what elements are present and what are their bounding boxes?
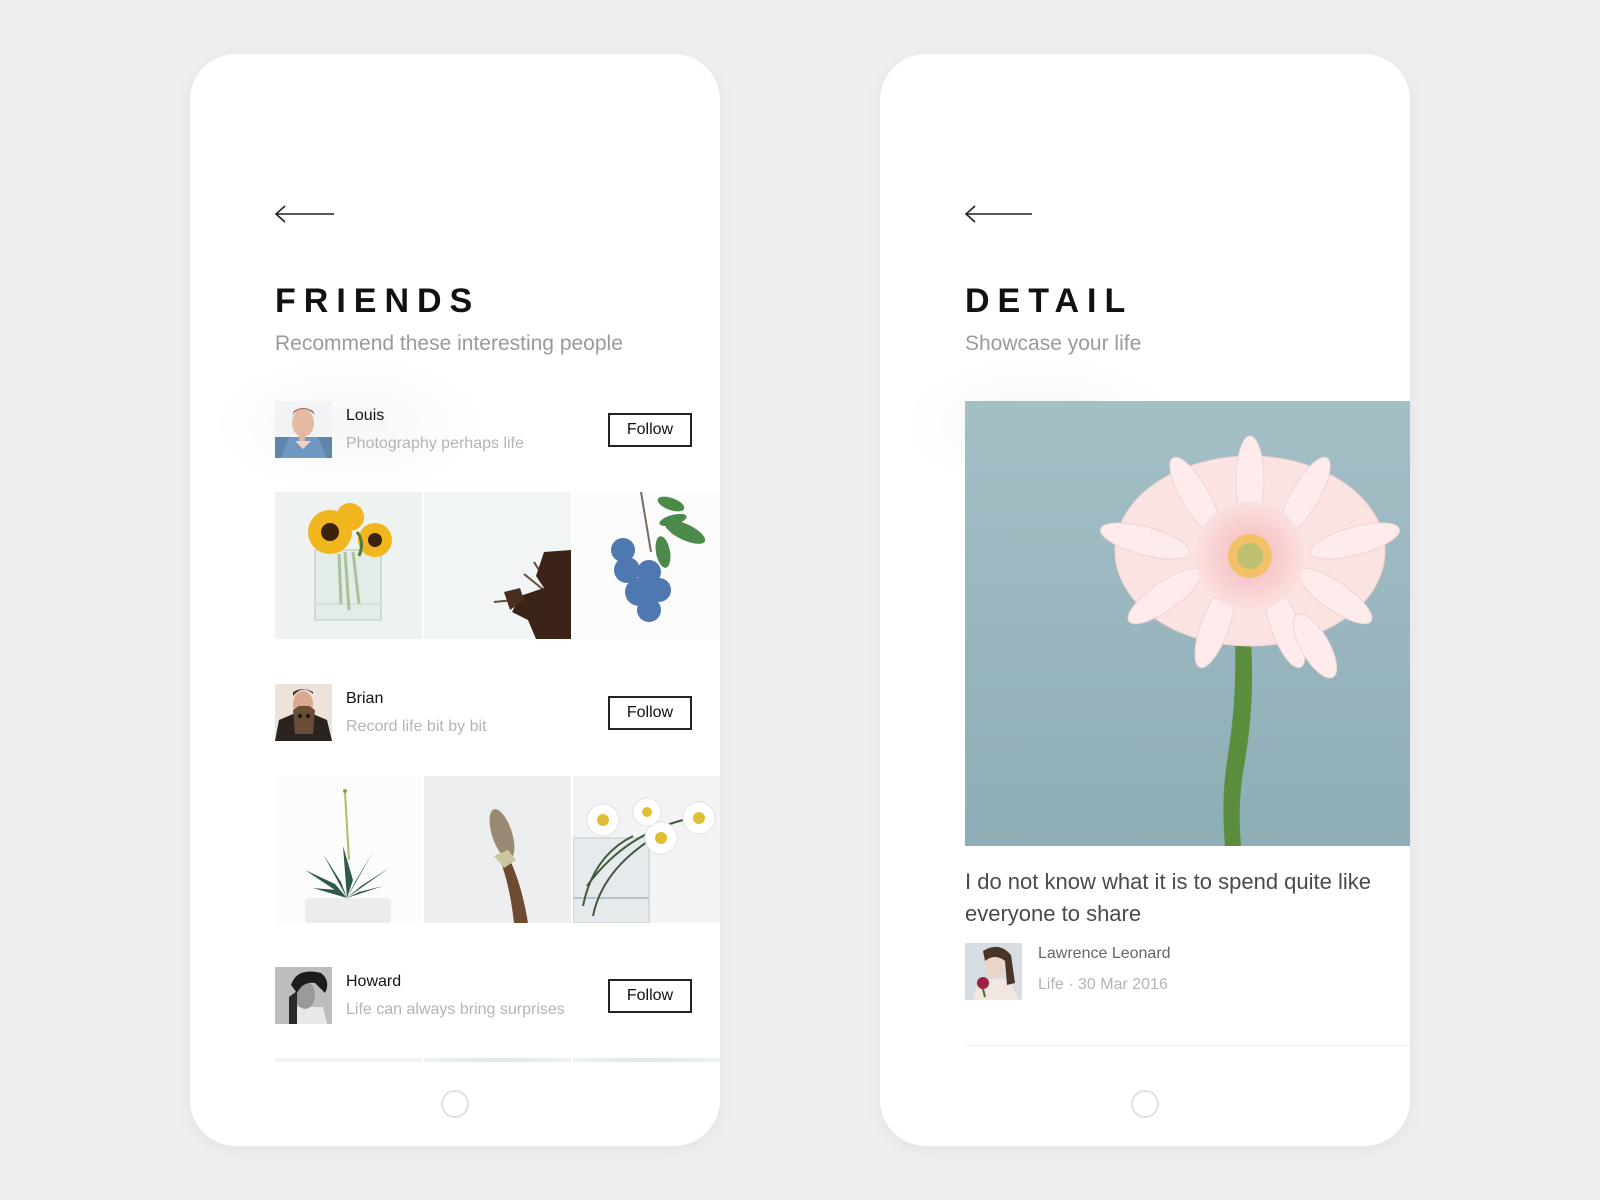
friend-bio: Record life bit by bit <box>346 718 487 735</box>
photo-thumbnail[interactable] <box>424 1058 571 1062</box>
post-text: I do not know what it is to spend quite … <box>965 869 1372 926</box>
divider <box>965 1045 1410 1046</box>
detail-screen: DETAIL Showcase your life I do not know … <box>880 54 1410 1146</box>
home-indicator-icon[interactable] <box>1131 1090 1159 1118</box>
page-subtitle: Recommend these interesting people <box>275 332 623 355</box>
photo-bud[interactable] <box>424 776 571 923</box>
follow-button[interactable]: Follow <box>608 979 692 1013</box>
page-subtitle: Showcase your life <box>965 332 1142 355</box>
follow-button[interactable]: Follow <box>608 413 692 447</box>
back-button[interactable] <box>964 204 1032 224</box>
photo-blueberries[interactable] <box>573 492 720 639</box>
page-title: DETAIL <box>965 282 1134 320</box>
photo-strip <box>275 776 720 923</box>
photo-thumbnail[interactable] <box>573 1058 720 1062</box>
photo-sunflowers[interactable] <box>275 492 422 639</box>
photo-strip <box>275 1058 720 1062</box>
post-meta: Life · 30 Mar 2016 <box>1038 976 1168 993</box>
photo-oak-leaves[interactable] <box>424 492 571 639</box>
friend-item: Howard Life can always bring surprises F… <box>275 967 720 1025</box>
avatar[interactable] <box>275 967 332 1024</box>
arrow-left-icon <box>274 205 334 223</box>
avatar[interactable] <box>275 684 332 741</box>
back-button[interactable] <box>274 204 336 224</box>
photo-thumbnail[interactable] <box>275 1058 422 1062</box>
hero-image[interactable] <box>965 401 1410 846</box>
friend-name: Howard <box>346 973 402 990</box>
friend-bio: Photography perhaps life <box>346 435 524 452</box>
friends-screen: FRIENDS Recommend these interesting peop… <box>190 54 720 1146</box>
photo-strip <box>275 492 720 639</box>
friend-bio: Life can always bring surprises <box>346 1001 565 1018</box>
photo-daisies[interactable] <box>573 776 720 923</box>
home-indicator-icon[interactable] <box>441 1090 469 1118</box>
friend-name: Brian <box>346 690 384 707</box>
page-title: FRIENDS <box>275 282 481 320</box>
arrow-left-icon <box>964 205 1032 223</box>
friend-item: Louis Photography perhaps life Follow <box>275 401 720 459</box>
follow-button[interactable]: Follow <box>608 696 692 730</box>
author-avatar[interactable] <box>965 943 1022 1000</box>
friend-name: Louis <box>346 407 385 424</box>
friend-item: Brian Record life bit by bit Follow <box>275 684 720 742</box>
photo-succulent[interactable] <box>275 776 422 923</box>
avatar[interactable] <box>275 401 332 458</box>
author-name[interactable]: Lawrence Leonard <box>1038 945 1171 963</box>
